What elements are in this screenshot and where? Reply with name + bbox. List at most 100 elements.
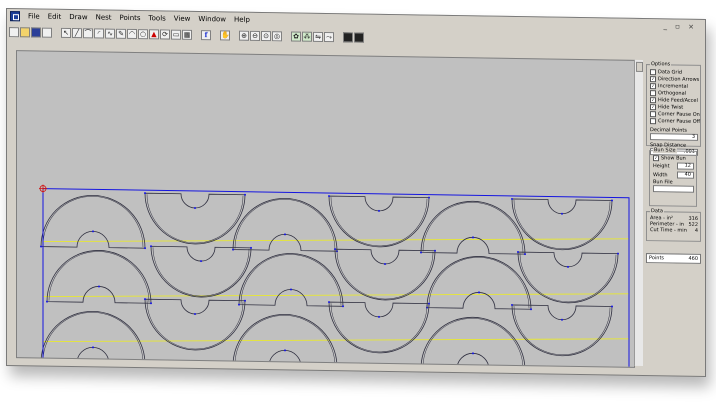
option-corner-pause-on[interactable]: Corner Pause On: [650, 110, 700, 118]
function-icon[interactable]: f: [201, 30, 211, 41]
menu-window[interactable]: Window: [194, 15, 230, 24]
option-data-grid[interactable]: Data Grid: [650, 68, 698, 76]
height-field[interactable]: 12: [677, 162, 694, 170]
menu-points[interactable]: Points: [116, 14, 145, 22]
checkbox[interactable]: [650, 68, 656, 75]
grid-icon[interactable]: ▦: [182, 29, 192, 40]
nest-drawing: [39, 184, 630, 368]
menu-edit[interactable]: Edit: [44, 13, 66, 21]
pencil-icon[interactable]: ✎: [116, 28, 126, 39]
nest-part: [328, 301, 430, 354]
data-row-cut-time: Cut Time - min 4: [650, 227, 698, 234]
tool-path-icon[interactable]: ⤳: [324, 31, 334, 43]
option-incremental[interactable]: ✓ Incremental: [650, 82, 698, 90]
vertex-marker: [40, 245, 42, 248]
nest-arrange-icon[interactable]: ⁂: [302, 31, 312, 42]
curve-tool-icon[interactable]: ∿: [105, 28, 115, 39]
print-icon[interactable]: [42, 27, 52, 38]
nest-part: [42, 196, 144, 248]
nest-part: [238, 253, 344, 307]
nest-part: [336, 250, 434, 300]
rectangle-tool-icon[interactable]: ▭: [171, 29, 181, 40]
vertex-marker: [611, 305, 613, 308]
checkbox[interactable]: ✓: [650, 82, 656, 89]
vertex-marker: [378, 209, 380, 212]
decimal-points-field[interactable]: 3: [650, 133, 698, 141]
option-hide-twist[interactable]: ✓ Hide Twist: [650, 103, 698, 111]
arc-tool-2-icon[interactable]: ◠: [127, 28, 137, 40]
checkbox[interactable]: [650, 89, 656, 96]
nest-part: [150, 245, 252, 298]
option-label: Hide Feed/Accel: [658, 96, 698, 104]
option-orthogonal[interactable]: Orthogonal: [650, 89, 698, 97]
option-corner-pause-off[interactable]: Corner Pause Off: [650, 117, 700, 125]
warning-icon[interactable]: ▲: [149, 29, 159, 40]
view-mode-2-icon[interactable]: [354, 32, 364, 43]
checkbox[interactable]: ✓: [653, 154, 659, 161]
checkbox[interactable]: [650, 110, 656, 117]
nest-icon[interactable]: ✿: [291, 31, 301, 42]
points-label: Points: [649, 255, 665, 262]
nest-part: [420, 316, 526, 368]
vertex-marker: [144, 298, 146, 301]
option-direction-arrows[interactable]: ✓ Direction Arrows: [650, 75, 699, 83]
bun-size-group: Bun Size ✓ Show Bun Height 12 Width 40 Bun …: [649, 147, 697, 207]
nest-part: [40, 310, 146, 365]
save-icon[interactable]: [31, 27, 41, 38]
hand-pan-icon[interactable]: ✋: [220, 30, 230, 41]
data-label: Cut Time - min: [650, 227, 687, 234]
yellow-guide-line: [42, 338, 630, 343]
nest-part: [422, 202, 524, 254]
app-icon[interactable]: [10, 11, 20, 22]
checkbox[interactable]: ✓: [650, 75, 656, 82]
select-arrow-icon[interactable]: ↖: [61, 27, 71, 39]
new-file-icon[interactable]: [9, 27, 19, 38]
line-tool-icon[interactable]: ╱: [72, 28, 82, 39]
zoom-out-icon[interactable]: ⊖: [250, 30, 260, 41]
menu-view[interactable]: View: [170, 15, 195, 23]
mirror-icon[interactable]: ⇋: [313, 31, 323, 42]
option-label: Corner Pause On: [658, 110, 700, 118]
view-mode-1-icon[interactable]: [343, 32, 353, 43]
checkbox[interactable]: ✓: [650, 96, 656, 103]
vertex-marker: [511, 303, 513, 306]
width-field[interactable]: 40: [677, 171, 694, 179]
nest-part: [511, 198, 613, 251]
options-title: Options: [650, 61, 672, 68]
vertex-marker: [567, 265, 569, 268]
arc-tool-icon[interactable]: ◜: [94, 28, 104, 39]
circle-tool-icon[interactable]: ○: [138, 29, 148, 40]
zoom-in-icon[interactable]: ⊕: [239, 30, 249, 41]
menu-help[interactable]: Help: [230, 16, 254, 24]
nest-part: [330, 197, 428, 247]
vertex-marker: [611, 199, 613, 202]
option-hide-feed-accel[interactable]: ✓ Hide Feed/Accel: [650, 96, 698, 104]
checkbox[interactable]: ✓: [650, 103, 656, 110]
polyline-tool-icon[interactable]: ⌒: [83, 28, 93, 39]
nest-part: [240, 254, 342, 306]
nest-part: [146, 194, 244, 244]
nest-part: [334, 248, 436, 301]
vertex-marker: [478, 291, 480, 294]
width-label: Width: [653, 171, 668, 178]
zoom-window-icon[interactable]: ⊙: [261, 31, 271, 42]
checkbox[interactable]: [650, 117, 656, 124]
open-folder-icon[interactable]: [20, 27, 30, 38]
menu-draw[interactable]: Draw: [65, 13, 91, 21]
nest-part: [40, 194, 146, 249]
scroll-thumb[interactable]: [636, 61, 643, 73]
vertex-marker: [524, 253, 526, 256]
vertical-scrollbar[interactable]: [634, 59, 643, 367]
rotate-icon[interactable]: ⟳: [160, 29, 170, 40]
menu-tools[interactable]: Tools: [145, 14, 170, 22]
bun-file-field[interactable]: [653, 185, 694, 193]
vertex-marker: [472, 352, 474, 355]
menu-file[interactable]: File: [24, 12, 44, 20]
menu-nest[interactable]: Nest: [92, 13, 116, 21]
vertex-marker: [434, 249, 436, 252]
vertex-marker: [98, 285, 100, 288]
drawing-canvas[interactable]: [16, 50, 635, 368]
zoom-extents-icon[interactable]: ◎: [272, 31, 282, 42]
vertex-marker: [40, 361, 42, 364]
window-controls[interactable]: _ ▫ ×: [663, 22, 697, 31]
